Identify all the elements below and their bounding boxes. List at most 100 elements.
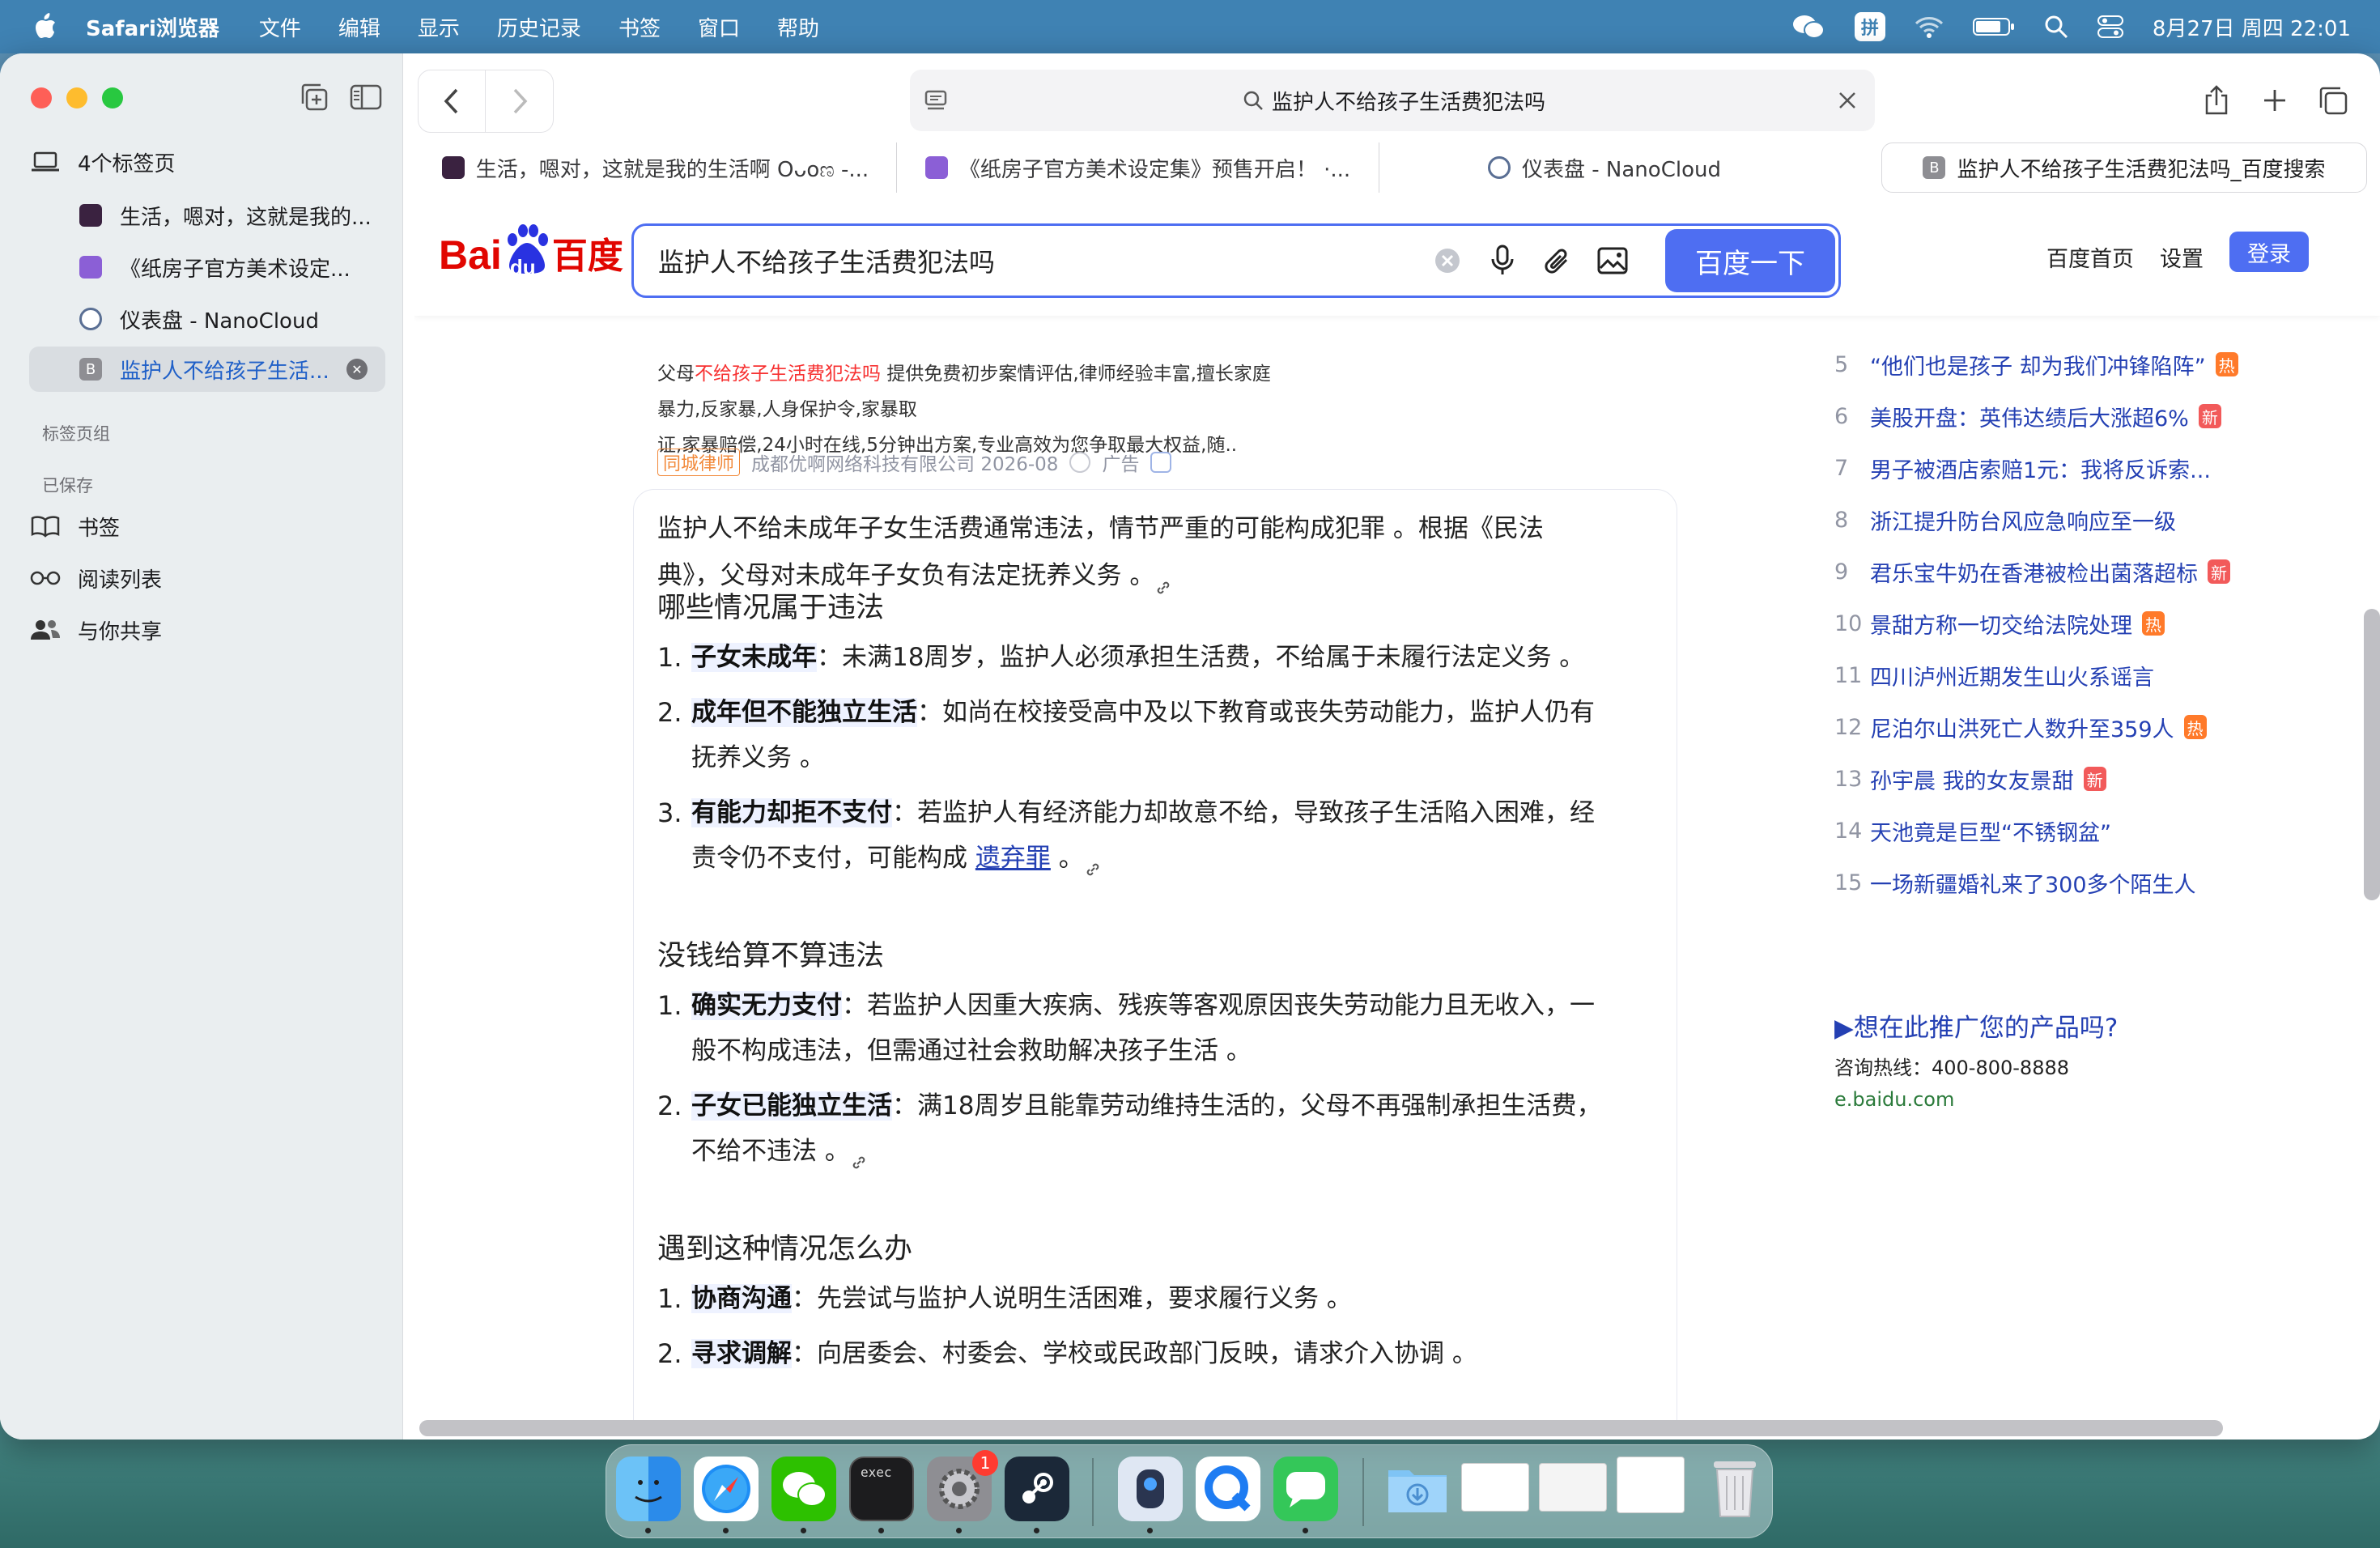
system-settings-icon[interactable]: 1 — [927, 1450, 998, 1521]
wechat-icon[interactable] — [771, 1457, 836, 1521]
trash-icon[interactable] — [1702, 1457, 1767, 1521]
tab-overview-icon[interactable] — [2310, 70, 2356, 131]
hotlist-item[interactable]: 10 景甜方称一切交给法院处理热 — [1834, 598, 2165, 649]
quicktime-icon[interactable] — [1196, 1457, 1260, 1521]
shared-people-icon — [29, 619, 62, 641]
baidu-search-input[interactable]: 监护人不给孩子生活费犯法吗 — [658, 226, 995, 296]
hotlist-item[interactable]: 5 “他们也是孩子 却为我们冲锋陷阵” 热 — [1834, 338, 2238, 390]
sidebar-reading-list[interactable]: 阅读列表 — [29, 555, 385, 601]
hot-title[interactable]: “他们也是孩子 却为我们冲锋陷阵” — [1870, 349, 2206, 381]
downloads-folder-icon[interactable] — [1385, 1457, 1450, 1521]
share-icon[interactable] — [2194, 70, 2239, 131]
wechat-status-icon[interactable] — [1791, 13, 1825, 40]
tab-3[interactable]: 仪表盘 - NanoCloud — [1379, 142, 1830, 193]
wifi-icon[interactable] — [1915, 15, 1944, 38]
forward-button[interactable] — [486, 70, 554, 133]
promo-url[interactable]: e.baidu.com — [1834, 1088, 2118, 1111]
list-text-after: 。 — [1050, 844, 1084, 873]
terminal-icon[interactable]: exec — [849, 1457, 914, 1521]
close-window-button[interactable] — [31, 87, 52, 108]
hot-title[interactable]: 一场新疆婚礼来了300多个陌生人 — [1870, 867, 2196, 899]
baidu-settings-link[interactable]: 设置 — [2160, 241, 2204, 273]
sidebar-tabs-group[interactable]: 4个标签页 — [29, 139, 385, 185]
safari-icon[interactable] — [694, 1457, 759, 1521]
menu-view[interactable]: 显示 — [418, 12, 460, 42]
window-thumbnail-2[interactable] — [1539, 1463, 1607, 1512]
hot-title[interactable]: 浙江提升防台风应急响应至一级 — [1870, 504, 2176, 536]
hot-title[interactable]: 美股开盘：英伟达绩后大涨超6% — [1870, 401, 2189, 432]
hotlist-item[interactable]: 11 四川泸州近期发生山火系谣言 — [1834, 649, 2154, 701]
login-button[interactable]: 登录 — [2229, 232, 2309, 272]
baidu-search-button[interactable]: 百度一下 — [1665, 229, 1835, 292]
back-button[interactable] — [418, 70, 486, 133]
hotlist-item[interactable]: 8 浙江提升防台风应急响应至一级 — [1834, 494, 2176, 546]
hot-title[interactable]: 天池竟是巨型“不锈钢盆” — [1870, 815, 2111, 847]
ad-result-snippet[interactable]: 父母不给孩子生活费犯法吗 提供免费初步案情评估,律师经验丰富,擅长家庭暴力,反家… — [657, 356, 1281, 463]
sidebar-bookmarks[interactable]: 书签 — [29, 504, 385, 549]
hotlist-item[interactable]: 14 天池竟是巨型“不锈钢盆” — [1834, 805, 2111, 857]
menu-edit[interactable]: 编辑 — [338, 12, 380, 42]
input-method-indicator[interactable]: 拼 — [1854, 12, 1885, 41]
tab-4-active[interactable]: B 监护人不给孩子生活费犯法吗_百度搜索 — [1881, 142, 2367, 193]
tab-favicon-icon — [441, 156, 465, 179]
sidebar-toggle-icon[interactable] — [346, 78, 385, 117]
hotlist-item[interactable]: 7 男子被酒店索赔1元：我将反诉索... — [1834, 442, 2211, 494]
zoom-window-button[interactable] — [102, 87, 123, 108]
hotlist-item[interactable]: 12 尼泊尔山洪死亡人数升至359人热 — [1834, 701, 2207, 753]
sidebar-tab-2[interactable]: 《纸房子官方美术设定... — [79, 245, 387, 290]
hot-title[interactable]: 景甜方称一切交给法院处理 — [1870, 608, 2132, 640]
voice-search-icon[interactable] — [1484, 242, 1521, 279]
sidebar-tab-4-selected[interactable]: B 监护人不给孩子生活... ✕ — [29, 347, 385, 392]
sidebar-tab-1[interactable]: 生活，嗯对，这就是我的... — [79, 193, 387, 238]
baidu-home-link[interactable]: 百度首页 — [2046, 241, 2134, 273]
menu-history[interactable]: 历史记录 — [497, 12, 581, 42]
hot-title[interactable]: 君乐宝牛奶在香港被检出菌落超标 — [1870, 556, 2198, 588]
image-search-icon[interactable] — [1594, 242, 1631, 279]
citation-link-icon[interactable] — [850, 1141, 874, 1168]
messages-icon[interactable] — [1273, 1457, 1338, 1521]
abandonment-crime-link[interactable]: 遗弃罪 — [975, 844, 1051, 873]
control-center-icon[interactable] — [2097, 15, 2123, 39]
promo-title[interactable]: ▶想在此推广您的产品吗? — [1834, 1007, 2118, 1044]
hot-title[interactable]: 尼泊尔山洪死亡人数升至359人 — [1870, 712, 2174, 743]
new-tab-icon[interactable] — [2252, 70, 2297, 131]
horizontal-scrollbar[interactable] — [419, 1420, 2223, 1436]
hotlist-item[interactable]: 13 孙宇晨 我的女友景甜新 — [1834, 753, 2106, 805]
minimize-window-button[interactable] — [66, 87, 87, 108]
address-bar[interactable]: 监护人不给孩子生活费犯法吗 — [910, 70, 1875, 131]
battery-icon[interactable] — [1972, 16, 2015, 37]
hotlist-item[interactable]: 6 美股开盘：英伟达绩后大涨超6% 新 — [1834, 390, 2221, 442]
menu-bookmarks[interactable]: 书签 — [618, 12, 661, 42]
menu-file[interactable]: 文件 — [259, 12, 301, 42]
sidebar-shared-with-you[interactable]: 与你共享 — [29, 607, 385, 653]
new-tab-group-icon[interactable] — [295, 78, 334, 117]
clear-address-icon[interactable] — [1834, 87, 1860, 113]
steam-icon[interactable] — [1005, 1457, 1069, 1521]
citation-link-icon[interactable] — [1154, 565, 1179, 593]
menu-help[interactable]: 帮助 — [777, 12, 819, 42]
tab-1[interactable]: 生活，嗯对，这就是我的生活啊 Oᴗoಣ -... — [414, 142, 897, 193]
spotlight-search-icon[interactable] — [2044, 15, 2068, 39]
hot-title[interactable]: 孙宇晨 我的女友景甜 — [1870, 763, 2074, 795]
vertical-scrollbar[interactable] — [2364, 609, 2380, 900]
baidu-logo[interactable]: Bai du 百度 — [439, 224, 623, 279]
hot-title[interactable]: 四川泸州近期发生山火系谣言 — [1870, 660, 2154, 691]
apple-icon[interactable] — [28, 7, 63, 46]
clear-query-icon[interactable] — [1429, 242, 1466, 279]
window-thumbnail-1[interactable] — [1461, 1463, 1529, 1512]
tab-2[interactable]: 《纸房子官方美术设定集》预售开启！ ·... — [897, 142, 1379, 193]
ad-company[interactable]: 成都优啊网络科技有限公司 2026-08 — [751, 449, 1058, 476]
hot-title[interactable]: 男子被酒店索赔1元：我将反诉索... — [1870, 453, 2211, 484]
app-menu-safari[interactable]: Safari浏览器 — [86, 12, 219, 42]
attach-file-icon[interactable] — [1539, 242, 1576, 279]
clock[interactable]: 8月27日 周四 22:01 — [2153, 12, 2351, 42]
menu-window[interactable]: 窗口 — [698, 12, 740, 42]
finder-icon[interactable] — [616, 1457, 681, 1521]
citation-link-icon[interactable] — [1084, 848, 1108, 875]
hotlist-item[interactable]: 9 君乐宝牛奶在香港被检出菌落超标新 — [1834, 546, 2230, 598]
sidebar-tab-3[interactable]: 仪表盘 - NanoCloud — [79, 296, 387, 342]
nanocloud-app-icon[interactable] — [1118, 1457, 1183, 1521]
window-thumbnail-3[interactable] — [1617, 1457, 1685, 1513]
hotlist-item[interactable]: 15 一场新疆婚礼来了300多个陌生人 — [1834, 857, 2196, 908]
close-tab-icon[interactable]: ✕ — [346, 359, 368, 380]
